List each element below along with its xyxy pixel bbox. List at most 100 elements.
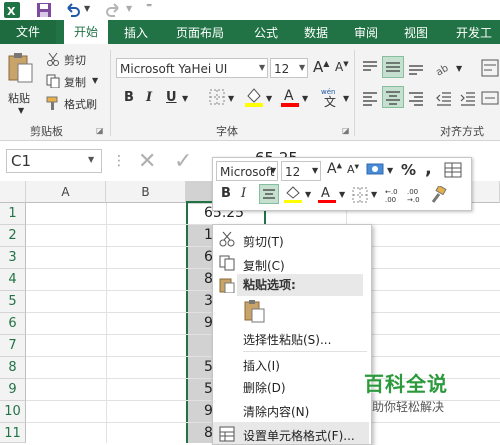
font-color-dropdown-icon[interactable]: ▼: [302, 94, 308, 103]
underline-button[interactable]: U: [166, 90, 177, 105]
column-header-b[interactable]: B: [106, 181, 186, 203]
orientation-icon[interactable]: ab: [434, 58, 454, 79]
tab-review[interactable]: 审阅: [354, 24, 378, 41]
row-header-2[interactable]: 2: [0, 225, 26, 247]
mini-fill-color-icon[interactable]: [283, 184, 303, 204]
customize-qat-icon[interactable]: ⁼: [146, 0, 162, 16]
select-all-corner[interactable]: [0, 181, 26, 203]
row-header-4[interactable]: 4: [0, 269, 26, 291]
tab-page-layout[interactable]: 页面布局: [176, 24, 224, 41]
decrease-font-icon[interactable]: A▼: [335, 60, 349, 74]
decrease-indent-icon[interactable]: [434, 88, 454, 108]
copy-button[interactable]: 复制: [64, 74, 86, 90]
row-header-9[interactable]: 9: [0, 379, 26, 401]
cancel-entry-icon[interactable]: ✕: [138, 149, 156, 174]
mini-borders-dropdown-icon[interactable]: ▼: [371, 190, 377, 199]
row-header-8[interactable]: 8: [0, 357, 26, 379]
font-launcher-icon[interactable]: ◪: [342, 126, 350, 135]
font-size-dropdown-icon[interactable]: ▼: [299, 63, 305, 72]
borders-icon[interactable]: [208, 88, 226, 106]
align-left-icon[interactable]: [360, 88, 380, 108]
mini-increase-font-icon[interactable]: A▲: [327, 161, 342, 177]
fill-color-icon[interactable]: [244, 86, 264, 108]
cut-button[interactable]: 剪切: [64, 52, 86, 68]
row-header-10[interactable]: 10: [0, 401, 26, 423]
paste-button[interactable]: 粘贴: [8, 90, 30, 106]
save-icon[interactable]: [36, 2, 52, 18]
increase-indent-icon[interactable]: [458, 88, 478, 108]
mini-font-name-combo[interactable]: Microsoft: [216, 161, 278, 181]
row-header-7[interactable]: 7: [0, 335, 26, 357]
clipboard-launcher-icon[interactable]: ◪: [96, 126, 104, 135]
mini-decrease-font-icon[interactable]: A▼: [347, 163, 359, 176]
mini-font-color-icon[interactable]: A: [317, 184, 337, 204]
fill-color-dropdown-icon[interactable]: ▼: [266, 94, 272, 103]
undo-icon[interactable]: [64, 2, 80, 18]
align-right-icon[interactable]: [406, 88, 426, 108]
bottom-align-icon[interactable]: [406, 58, 426, 78]
redo-icon[interactable]: [106, 2, 122, 18]
menu-copy[interactable]: 复制(C): [243, 257, 285, 274]
mini-number-format-dropdown-icon[interactable]: ▼: [387, 166, 393, 175]
mini-borders-icon[interactable]: [351, 186, 369, 204]
mini-italic-button[interactable]: I: [241, 186, 246, 201]
row-header-3[interactable]: 3: [0, 247, 26, 269]
confirm-entry-icon[interactable]: ✓: [174, 149, 192, 174]
name-box-dropdown-icon[interactable]: ▼: [88, 155, 94, 164]
tab-view[interactable]: 视图: [404, 24, 428, 41]
row-header-1[interactable]: 1: [0, 203, 26, 225]
mini-comma-button[interactable]: ,: [425, 158, 432, 179]
mini-number-format-icon[interactable]: [365, 161, 387, 179]
undo-dropdown-icon[interactable]: ▼: [84, 4, 100, 20]
format-painter-button[interactable]: 格式刷: [64, 96, 97, 112]
increase-font-icon[interactable]: A▲: [313, 58, 329, 76]
mini-center-align-icon[interactable]: [259, 184, 279, 204]
font-name-combo[interactable]: Microsoft YaHei UI: [116, 58, 268, 78]
tab-formulas[interactable]: 公式: [254, 24, 278, 41]
merge-center-icon[interactable]: [480, 88, 500, 108]
borders-dropdown-icon[interactable]: ▼: [228, 94, 234, 103]
bold-button[interactable]: B: [124, 90, 134, 105]
format-painter-icon[interactable]: [46, 96, 60, 110]
underline-dropdown-icon[interactable]: ▼: [182, 94, 188, 103]
column-header-a[interactable]: A: [26, 181, 106, 203]
mini-format-painter-icon[interactable]: [429, 184, 447, 204]
menu-clear-contents[interactable]: 清除内容(N): [243, 403, 309, 420]
wrap-text-icon[interactable]: [480, 58, 500, 78]
tab-file[interactable]: 文件: [0, 20, 57, 44]
menu-cut[interactable]: 剪切(T): [243, 233, 284, 250]
mini-font-dropdown-icon[interactable]: ▼: [270, 166, 276, 175]
tab-insert[interactable]: 插入: [124, 24, 148, 41]
tab-home[interactable]: 开始: [64, 20, 109, 44]
mini-bold-button[interactable]: B: [221, 186, 231, 201]
row-header-5[interactable]: 5: [0, 291, 26, 313]
phonetic-dropdown-icon[interactable]: ▼: [343, 94, 349, 103]
phonetic-guide-icon[interactable]: wén 文: [320, 86, 342, 109]
decrease-decimal-icon[interactable]: .00 →.0: [407, 186, 425, 204]
row-header-11[interactable]: 11: [0, 423, 26, 443]
paste-icon[interactable]: [6, 52, 34, 86]
menu-format-cells[interactable]: 设置单元格格式(F)...: [243, 427, 355, 444]
cut-icon[interactable]: [46, 52, 60, 66]
row-header-6[interactable]: 6: [0, 313, 26, 335]
italic-button[interactable]: I: [146, 90, 152, 105]
middle-align-icon[interactable]: [382, 56, 404, 78]
mini-size-dropdown-icon[interactable]: ▼: [312, 166, 318, 175]
top-align-icon[interactable]: [360, 58, 380, 78]
mini-font-color-dropdown-icon[interactable]: ▼: [339, 190, 345, 199]
mini-percent-button[interactable]: %: [401, 161, 416, 179]
font-name-dropdown-icon[interactable]: ▼: [259, 63, 265, 72]
align-center-icon[interactable]: [382, 86, 404, 108]
font-color-icon[interactable]: A: [280, 86, 300, 108]
copy-icon[interactable]: [46, 74, 60, 89]
menu-paste-special[interactable]: 选择性粘贴(S)...: [243, 331, 331, 348]
paste-dropdown-icon[interactable]: ▼: [18, 106, 24, 115]
increase-decimal-icon[interactable]: ←.0.00: [385, 186, 403, 204]
mini-format-table-icon[interactable]: [443, 161, 463, 179]
paste-option-icon[interactable]: [243, 299, 267, 323]
orientation-dropdown-icon[interactable]: ▼: [456, 64, 462, 73]
redo-dropdown-icon[interactable]: ▼: [126, 4, 142, 20]
menu-insert[interactable]: 插入(I): [243, 357, 280, 374]
tab-data[interactable]: 数据: [304, 24, 328, 41]
menu-delete[interactable]: 删除(D): [243, 379, 286, 396]
